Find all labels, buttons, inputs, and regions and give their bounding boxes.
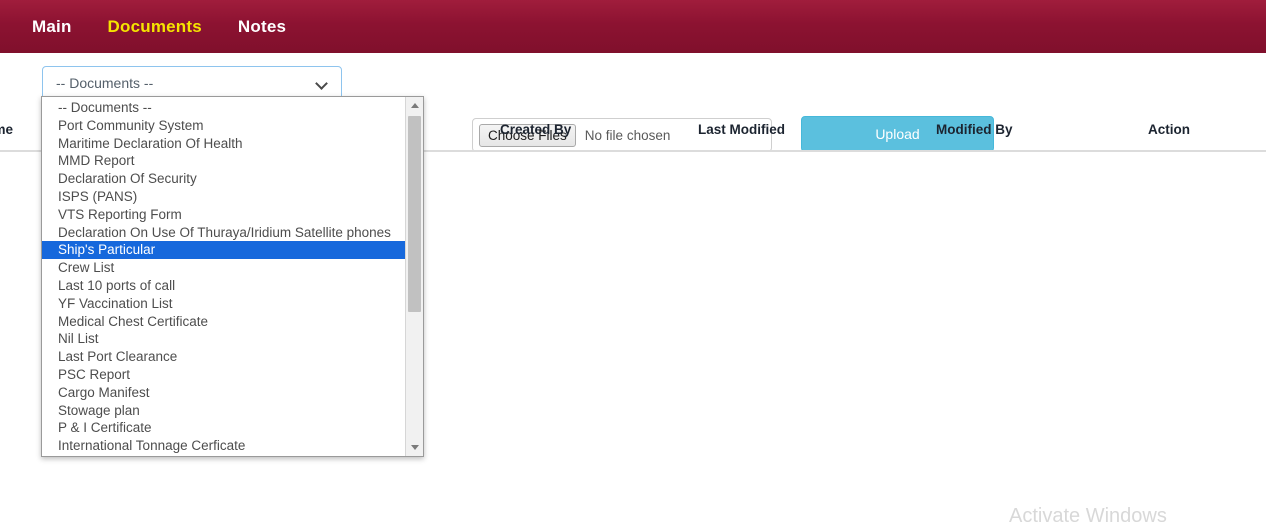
dropdown-option[interactable]: Declaration Of Security bbox=[42, 170, 405, 188]
dropdown-option[interactable]: Ship's Particular bbox=[42, 241, 405, 260]
table-header-created-by[interactable]: Created By bbox=[500, 122, 571, 137]
table-header-action[interactable]: Action bbox=[1148, 122, 1190, 137]
nav-item-main[interactable]: Main bbox=[14, 17, 90, 37]
table-header-modified-by[interactable]: Modified By bbox=[936, 122, 1013, 137]
document-type-select-value: -- Documents -- bbox=[56, 75, 154, 91]
triangle-up-icon[interactable] bbox=[406, 97, 423, 114]
dropdown-option[interactable]: Last 10 ports of call bbox=[42, 277, 405, 295]
dropdown-option[interactable]: Port Community System bbox=[42, 117, 405, 135]
top-navigation-bar: Main Documents Notes bbox=[0, 0, 1266, 53]
nav-item-notes[interactable]: Notes bbox=[220, 17, 304, 37]
document-type-select[interactable]: -- Documents -- bbox=[42, 66, 342, 100]
dropdown-option[interactable]: Declaration On Use Of Thuraya/Iridium Sa… bbox=[42, 224, 405, 242]
document-type-select-wrapper: -- Documents -- bbox=[42, 66, 342, 100]
dropdown-option[interactable]: VTS Reporting Form bbox=[42, 206, 405, 224]
dropdown-options-container: -- Documents -- Port Community System Mari… bbox=[42, 97, 405, 456]
dropdown-option[interactable]: Nil List bbox=[42, 330, 405, 348]
scrollbar-thumb[interactable] bbox=[408, 116, 421, 312]
dropdown-option[interactable]: Medical Chest Certificate bbox=[42, 313, 405, 331]
table-header-name[interactable]: ame bbox=[0, 122, 13, 137]
triangle-down-icon[interactable] bbox=[406, 439, 423, 456]
dropdown-option[interactable]: Crew List bbox=[42, 259, 405, 277]
dropdown-option[interactable]: Stowage plan bbox=[42, 402, 405, 420]
nav-item-documents[interactable]: Documents bbox=[90, 17, 220, 37]
dropdown-option[interactable]: PSC Report bbox=[42, 366, 405, 384]
dropdown-option[interactable]: Maritime Declaration Of Health bbox=[42, 135, 405, 153]
dropdown-option[interactable]: Cargo Manifest bbox=[42, 384, 405, 402]
table-header-last-modified[interactable]: Last Modified bbox=[698, 122, 785, 137]
chevron-down-icon bbox=[317, 78, 328, 89]
dropdown-option[interactable]: MMD Report bbox=[42, 152, 405, 170]
dropdown-scrollbar[interactable] bbox=[405, 97, 423, 456]
dropdown-option[interactable]: International Tonnage Cerficate bbox=[42, 437, 405, 455]
document-type-dropdown-list[interactable]: -- Documents -- Port Community System Mari… bbox=[41, 96, 424, 457]
dropdown-option[interactable]: ISPS (PANS) bbox=[42, 188, 405, 206]
activate-windows-watermark: Activate Windows bbox=[1009, 505, 1167, 527]
dropdown-option[interactable]: -- Documents -- bbox=[42, 99, 405, 117]
dropdown-option[interactable]: YF Vaccination List bbox=[42, 295, 405, 313]
dropdown-option[interactable]: Last Port Clearance bbox=[42, 348, 405, 366]
dropdown-option[interactable]: P & I Certificate bbox=[42, 419, 405, 437]
